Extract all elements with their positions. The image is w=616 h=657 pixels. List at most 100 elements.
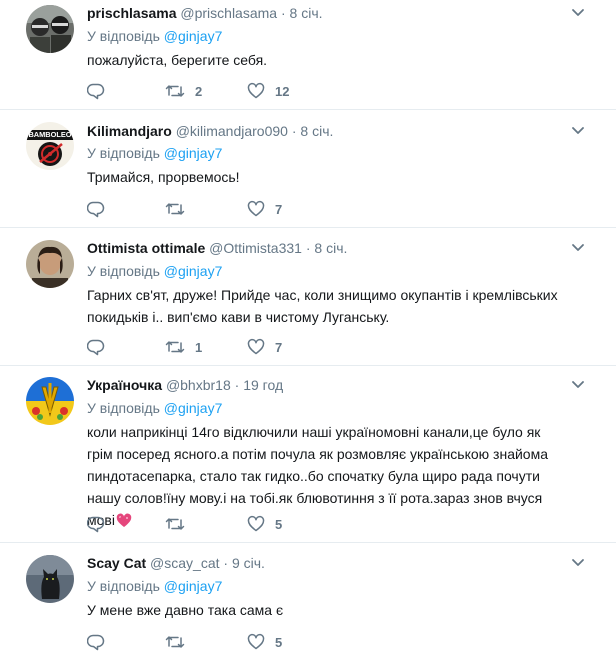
chevron-down-icon[interactable]: [571, 558, 585, 568]
tweet-text: пожалуйста, берегите себя.: [87, 52, 268, 68]
like-count: 5: [275, 516, 283, 532]
reply-icon: [87, 516, 105, 533]
tweet-actions: 7: [87, 199, 387, 219]
tweet-text: Гарних св'ят, друже! Прийде час, коли зн…: [87, 287, 558, 325]
tweet-header: Kilimandjaro @kilimandjaro090 · 8 січ.: [87, 122, 333, 140]
reply-prefix: У відповідь: [87, 578, 160, 594]
reply-tweet[interactable]: Ottimista ottimale @Ottimista331 · 8 січ…: [0, 228, 616, 366]
tweet-actions: 2 12: [87, 81, 387, 101]
reply-context: У відповідь @ginjay7: [87, 399, 222, 417]
heart-icon: [247, 82, 265, 99]
avatar[interactable]: [26, 5, 74, 53]
heart-icon: [247, 633, 265, 650]
tweet-header: Ottimista ottimale @Ottimista331 · 8 січ…: [87, 239, 347, 257]
like-count: 7: [275, 201, 283, 217]
reply-button[interactable]: [87, 337, 105, 357]
reply-tweet[interactable]: BAMBOLEO Kilimandjaro @kilimandjaro090 ·…: [0, 110, 616, 228]
reply-context: У відповідь @ginjay7: [87, 144, 222, 162]
tweet-text: Тримайся, прорвемось!: [87, 169, 240, 185]
black-cat-avatar: [26, 555, 74, 603]
reply-icon: [87, 339, 105, 356]
reply-icon: [87, 83, 105, 100]
avatar-logo-text: BAMBOLEO: [28, 130, 72, 139]
retweet-button[interactable]: 1: [165, 337, 202, 357]
user-handle[interactable]: @scay_cat: [150, 555, 219, 571]
retweet-icon: [165, 85, 185, 97]
timestamp[interactable]: 9 січ.: [232, 555, 265, 571]
reply-prefix: У відповідь: [87, 145, 160, 161]
heart-icon: [247, 338, 265, 355]
man-portrait-avatar: [26, 240, 74, 288]
retweet-button[interactable]: [165, 199, 195, 219]
tweet-actions: 5: [87, 632, 387, 652]
chevron-down-icon[interactable]: [571, 380, 585, 390]
timestamp[interactable]: 8 січ.: [300, 123, 333, 139]
like-button[interactable]: 5: [247, 632, 282, 652]
separator-dot: ·: [305, 240, 311, 256]
reply-context: У відповідь @ginjay7: [87, 577, 222, 595]
ukrainian-emblem-avatar: [26, 377, 74, 425]
like-button[interactable]: 7: [247, 337, 282, 357]
reply-tweet[interactable]: prischlasama @prischlasama · 8 січ. У ві…: [0, 0, 616, 110]
reply-context: У відповідь @ginjay7: [87, 262, 222, 280]
user-handle[interactable]: @bhxbr18: [166, 377, 231, 393]
tweet-header: Scay Cat @scay_cat · 9 січ.: [87, 554, 265, 572]
tweet-header: prischlasama @prischlasama · 8 січ.: [87, 4, 323, 22]
heart-icon: [247, 200, 265, 217]
user-handle[interactable]: @kilimandjaro090: [176, 123, 288, 139]
user-handle[interactable]: @prischlasama: [180, 5, 277, 21]
like-count: 5: [275, 634, 283, 650]
separator-dot: ·: [234, 377, 240, 393]
display-name[interactable]: Україночка: [87, 377, 162, 393]
reply-tweet[interactable]: Scay Cat @scay_cat · 9 січ. У відповідь …: [0, 543, 616, 657]
chevron-down-icon[interactable]: [571, 126, 585, 136]
retweet-icon: [165, 203, 185, 215]
retweet-button[interactable]: 2: [165, 81, 202, 101]
avatar[interactable]: BAMBOLEO: [26, 122, 74, 170]
reply-button[interactable]: [87, 199, 105, 219]
retweet-button[interactable]: [165, 514, 195, 534]
user-handle[interactable]: @Ottimista331: [209, 240, 302, 256]
reply-button[interactable]: [87, 81, 105, 101]
like-button[interactable]: 12: [247, 81, 289, 101]
retweet-icon: [165, 518, 185, 530]
display-name[interactable]: prischlasama: [87, 5, 177, 21]
retweet-icon: [165, 636, 185, 648]
mention-link[interactable]: @ginjay7: [164, 28, 223, 44]
display-name[interactable]: Kilimandjaro: [87, 123, 172, 139]
mention-link[interactable]: @ginjay7: [164, 145, 223, 161]
timestamp[interactable]: 19 год: [243, 377, 283, 393]
reply-tweet[interactable]: Україночка @bhxbr18 · 19 год У відповідь…: [0, 366, 616, 543]
mention-link[interactable]: @ginjay7: [164, 400, 223, 416]
like-button[interactable]: 5: [247, 514, 282, 534]
reply-prefix: У відповідь: [87, 263, 160, 279]
chevron-down-icon[interactable]: [571, 243, 585, 253]
mention-link[interactable]: @ginjay7: [164, 263, 223, 279]
separator-dot: ·: [223, 555, 229, 571]
mention-link[interactable]: @ginjay7: [164, 578, 223, 594]
display-name[interactable]: Scay Cat: [87, 555, 146, 571]
timestamp[interactable]: 8 січ.: [290, 5, 323, 21]
timestamp[interactable]: 8 січ.: [314, 240, 347, 256]
retweet-button[interactable]: [165, 632, 195, 652]
tweet-text-content: коли наприкінці 14го відключили наші укр…: [87, 424, 548, 528]
avatar[interactable]: [26, 377, 74, 425]
like-count: 12: [275, 83, 290, 99]
tweet-text: У мене вже давно така сама є: [87, 602, 284, 618]
reply-button[interactable]: [87, 632, 105, 652]
retweet-count: 2: [195, 83, 203, 99]
retweet-count: 1: [195, 339, 203, 355]
retweet-icon: [165, 341, 185, 353]
chevron-down-icon[interactable]: [571, 8, 585, 18]
replies-feed: prischlasama @prischlasama · 8 січ. У ві…: [0, 0, 616, 657]
avatar[interactable]: [26, 555, 74, 603]
tweet-header: Україночка @bhxbr18 · 19 год: [87, 376, 283, 394]
reply-button[interactable]: [87, 514, 105, 534]
reply-icon: [87, 634, 105, 651]
like-count: 7: [275, 339, 283, 355]
separator-dot: ·: [280, 5, 286, 21]
display-name[interactable]: Ottimista ottimale: [87, 240, 205, 256]
reply-context: У відповідь @ginjay7: [87, 27, 222, 45]
like-button[interactable]: 7: [247, 199, 282, 219]
avatar[interactable]: [26, 240, 74, 288]
